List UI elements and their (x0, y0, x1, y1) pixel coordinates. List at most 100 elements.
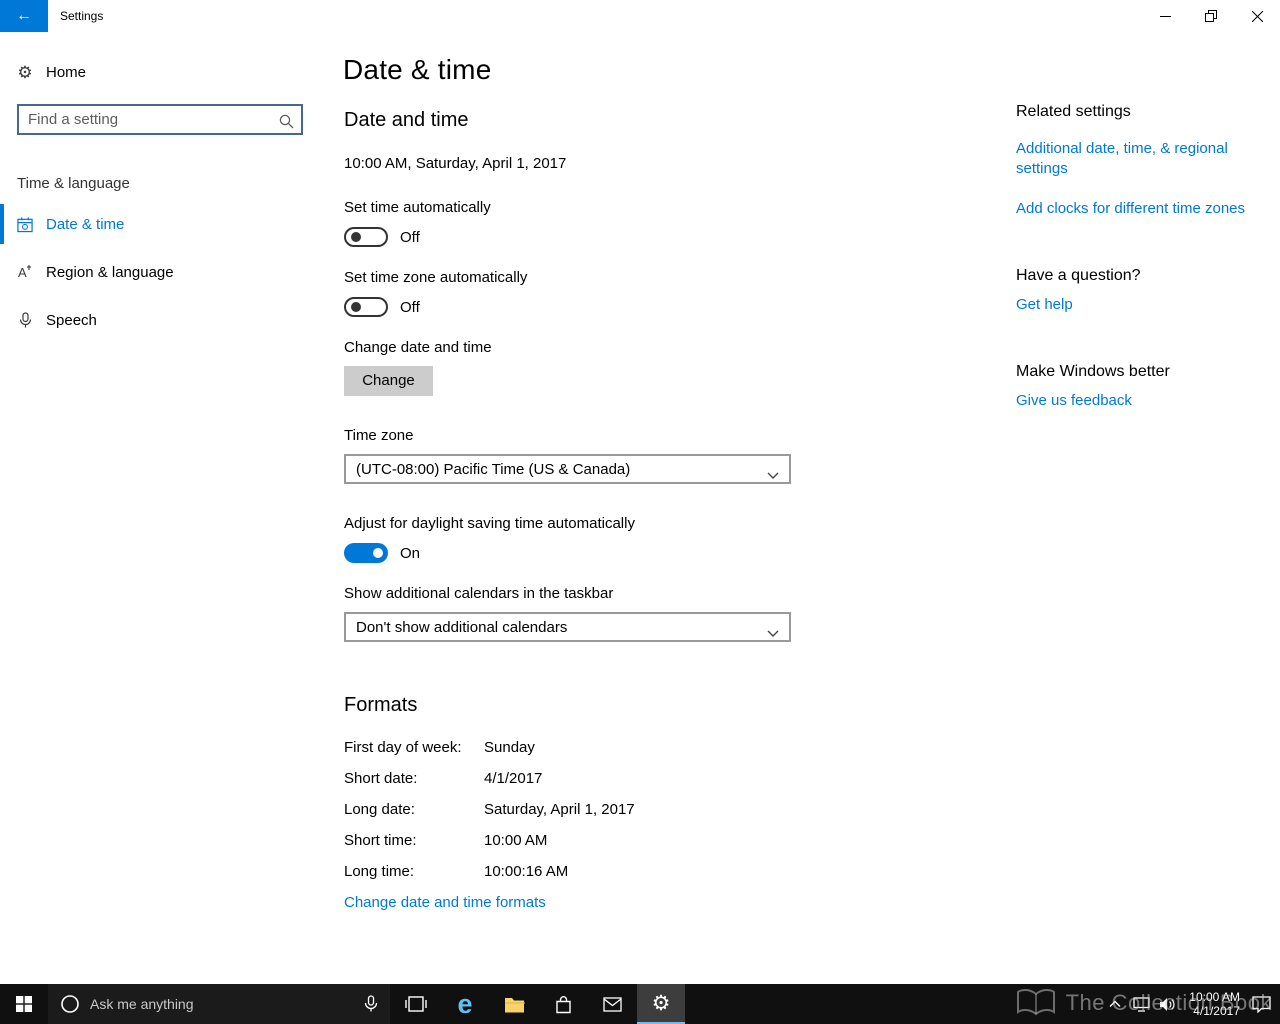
set-time-automatically-state: Off (400, 229, 420, 246)
format-value: 10:00 AM (484, 832, 548, 849)
settings-window: ← Settings ⚙ Home Time & language (0, 0, 1280, 1024)
minimize-button[interactable] (1142, 0, 1188, 32)
restore-button[interactable] (1188, 0, 1234, 32)
cortana-search-box[interactable]: Ask me anything (48, 984, 390, 1024)
microphone-icon[interactable] (364, 995, 378, 1013)
set-time-automatically-toggle[interactable] (344, 227, 388, 247)
edge-icon: e (457, 988, 473, 1019)
task-view-button[interactable] (392, 984, 440, 1024)
make-windows-better-heading: Make Windows better (1016, 363, 1170, 380)
change-formats-link[interactable]: Change date and time formats (344, 894, 546, 911)
store-button[interactable] (539, 984, 587, 1024)
cortana-icon (60, 994, 80, 1014)
network-icon[interactable] (1128, 984, 1154, 1024)
format-row-short-time: Short time: 10:00 AM (344, 832, 804, 849)
taskbar: Ask me anything e ⚙ 10:00 AM 4/1/2017 Th… (0, 984, 1280, 1024)
format-value: 10:00:16 AM (484, 863, 569, 880)
format-row-short-date: Short date: 4/1/2017 (344, 770, 804, 787)
page-title: Date & time (343, 54, 492, 85)
back-button[interactable]: ← (0, 0, 48, 32)
change-button[interactable]: Change (344, 366, 433, 396)
sidebar-item-home[interactable]: ⚙ Home (0, 52, 320, 92)
clock-time: 10:00 AM (1189, 990, 1240, 1004)
additional-regional-settings-link[interactable]: Additional date, time, & regional settin… (1016, 139, 1248, 179)
taskbar-clock[interactable]: 10:00 AM 4/1/2017 (1180, 990, 1244, 1018)
search-icon (279, 114, 294, 134)
calendar-clock-icon (17, 216, 33, 232)
timezone-label: Time zone (344, 427, 414, 444)
date-time-section-heading: Date and time (344, 109, 469, 131)
toggle-knob (351, 302, 361, 312)
store-bag-icon (555, 995, 571, 1013)
sidebar-item-region-language[interactable]: A Region & language (0, 252, 320, 292)
tray-chevron-up-icon[interactable] (1102, 984, 1128, 1024)
set-time-automatically-label: Set time automatically (344, 199, 491, 216)
additional-calendars-dropdown[interactable]: Don't show additional calendars (344, 612, 791, 642)
set-timezone-automatically-label: Set time zone automatically (344, 269, 528, 286)
format-label: First day of week: (344, 739, 462, 756)
timezone-selected-value: (UTC-08:00) Pacific Time (US & Canada) (356, 460, 631, 478)
format-value: Sunday (484, 739, 535, 756)
additional-calendars-selected-value: Don't show additional calendars (356, 618, 568, 636)
restore-icon (1205, 10, 1217, 22)
format-label: Short date: (344, 770, 418, 787)
system-tray: 10:00 AM 4/1/2017 (1102, 984, 1278, 1024)
svg-text:A: A (18, 265, 27, 280)
dst-toggle[interactable] (344, 543, 388, 563)
set-timezone-automatically-state: Off (400, 299, 420, 316)
sidebar-home-label: Home (46, 63, 87, 81)
file-explorer-button[interactable] (490, 984, 538, 1024)
get-help-link[interactable]: Get help (1016, 295, 1248, 315)
dst-label: Adjust for daylight saving time automati… (344, 515, 635, 532)
format-label: Long date: (344, 801, 415, 818)
set-timezone-automatically-toggle[interactable] (344, 297, 388, 317)
taskbar-search-placeholder: Ask me anything (90, 996, 194, 1012)
folder-icon (504, 997, 525, 1012)
close-icon (1251, 10, 1263, 22)
format-row-long-date: Long date: Saturday, April 1, 2017 (344, 801, 804, 818)
action-center-button[interactable] (1244, 984, 1278, 1024)
settings-gear-icon: ⚙ (651, 991, 671, 1015)
close-button[interactable] (1234, 0, 1280, 32)
collection-book-logo-icon (1016, 988, 1055, 1016)
additional-calendars-label: Show additional calendars in the taskbar (344, 585, 614, 602)
sidebar-speech-label: Speech (46, 311, 97, 329)
settings-app-button-active[interactable]: ⚙ (637, 984, 685, 1024)
volume-icon[interactable] (1154, 984, 1180, 1024)
mail-button[interactable] (588, 984, 636, 1024)
change-date-time-label: Change date and time (344, 339, 492, 356)
region-language-icon: A (17, 264, 33, 280)
format-value: 4/1/2017 (484, 770, 543, 787)
formats-section-heading: Formats (344, 694, 418, 716)
give-feedback-link[interactable]: Give us feedback (1016, 391, 1248, 411)
format-value: Saturday, April 1, 2017 (484, 801, 635, 818)
sidebar-region-language-label: Region & language (46, 263, 174, 281)
sidebar-date-time-label: Date & time (46, 215, 125, 233)
mail-envelope-icon (602, 996, 622, 1012)
gear-icon: ⚙ (17, 62, 33, 82)
timezone-dropdown[interactable]: (UTC-08:00) Pacific Time (US & Canada) (344, 454, 791, 484)
minimize-icon (1159, 15, 1171, 17)
edge-browser-button[interactable]: e (441, 984, 489, 1024)
add-clocks-link[interactable]: Add clocks for different time zones (1016, 199, 1248, 219)
sidebar-item-speech[interactable]: Speech (0, 300, 320, 340)
clock-date: 4/1/2017 (1193, 1004, 1240, 1018)
chevron-down-icon (767, 467, 779, 484)
start-button[interactable] (0, 984, 48, 1024)
format-row-long-time: Long time: 10:00:16 AM (344, 863, 804, 880)
have-a-question-heading: Have a question? (1016, 267, 1141, 284)
toggle-knob (351, 232, 361, 242)
windows-logo-icon (16, 996, 32, 1012)
search-input[interactable] (19, 106, 301, 133)
current-datetime-text: 10:00 AM, Saturday, April 1, 2017 (344, 155, 567, 172)
titlebar: ← Settings (0, 0, 1280, 32)
back-arrow-icon: ← (16, 7, 32, 24)
window-title: Settings (60, 9, 104, 23)
task-view-icon (405, 996, 427, 1012)
sidebar-item-date-time[interactable]: Date & time (0, 204, 320, 244)
microphone-icon (17, 311, 33, 328)
find-a-setting-box (17, 104, 303, 135)
dst-state: On (400, 545, 421, 562)
sidebar-section-label: Time & language (17, 175, 130, 192)
format-label: Long time: (344, 863, 415, 880)
